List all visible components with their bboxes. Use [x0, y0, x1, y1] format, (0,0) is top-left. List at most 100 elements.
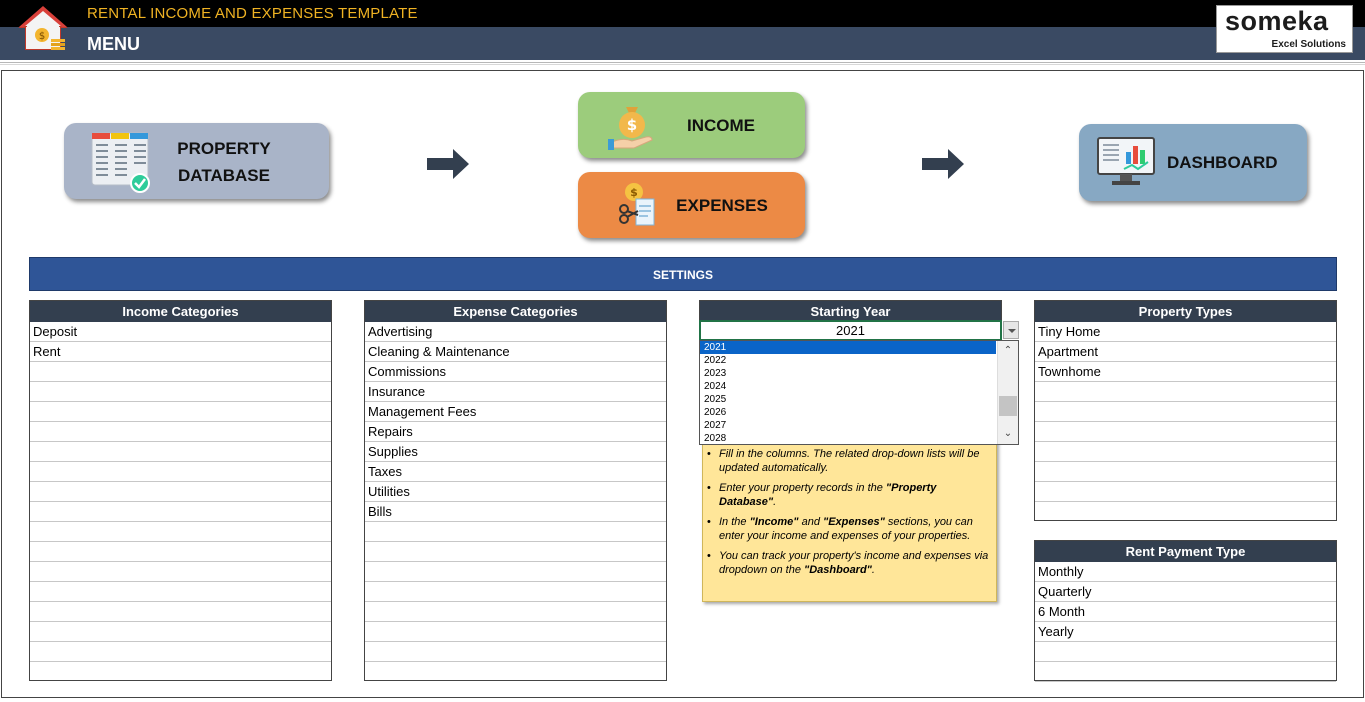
- income-category-row[interactable]: [30, 602, 331, 622]
- note-item: Enter your property records in the "Prop…: [707, 481, 990, 509]
- chevron-up-icon[interactable]: ⌃: [1001, 344, 1015, 358]
- svg-text:$: $: [627, 116, 637, 134]
- income-category-row[interactable]: [30, 522, 331, 542]
- rent-payment-type-row[interactable]: [1035, 642, 1336, 662]
- year-option[interactable]: 2028: [700, 432, 996, 444]
- note-text: Fill in the columns. The related drop-do…: [719, 448, 980, 474]
- money-bag-hand-icon: $: [608, 107, 653, 150]
- starting-year-dropdown-list: 2021 2022 2023 2024 2025 2026 2027 2028 ⌃ ⌄: [699, 340, 1019, 445]
- note-bold: "Expenses": [823, 516, 885, 528]
- expenses-button[interactable]: $ EXPENSES: [578, 172, 805, 238]
- year-option[interactable]: 2021: [700, 341, 996, 354]
- logo-main-text: someka: [1225, 6, 1329, 36]
- property-type-row[interactable]: [1035, 462, 1336, 482]
- expense-category-row[interactable]: [365, 662, 666, 682]
- income-category-row[interactable]: [30, 502, 331, 522]
- property-type-row[interactable]: [1035, 382, 1336, 402]
- expense-category-row[interactable]: Advertising: [365, 322, 666, 342]
- income-category-row[interactable]: [30, 542, 331, 562]
- property-type-row[interactable]: [1035, 442, 1336, 462]
- chevron-down-icon[interactable]: ⌄: [1001, 427, 1015, 441]
- note-text: In the: [719, 516, 750, 528]
- expense-category-row[interactable]: Insurance: [365, 382, 666, 402]
- property-type-row[interactable]: Townhome: [1035, 362, 1336, 382]
- expense-category-row[interactable]: Supplies: [365, 442, 666, 462]
- property-type-row[interactable]: Tiny Home: [1035, 322, 1336, 342]
- expense-category-row[interactable]: Taxes: [365, 462, 666, 482]
- income-category-row[interactable]: [30, 382, 331, 402]
- dropdown-scrollbar[interactable]: ⌃ ⌄: [997, 341, 1018, 444]
- property-database-button[interactable]: PROPERTY DATABASE: [64, 123, 329, 199]
- property-type-row[interactable]: [1035, 422, 1336, 442]
- receipt-coin-icon: $: [619, 183, 655, 226]
- income-category-row[interactable]: [30, 422, 331, 442]
- logo-sub-text: Excel Solutions: [1271, 39, 1346, 50]
- starting-year-cell[interactable]: 2021: [699, 320, 1002, 341]
- income-category-row[interactable]: [30, 362, 331, 382]
- property-type-row[interactable]: Apartment: [1035, 342, 1336, 362]
- rent-payment-type-row[interactable]: Quarterly: [1035, 582, 1336, 602]
- expense-category-row[interactable]: Repairs: [365, 422, 666, 442]
- year-option[interactable]: 2025: [700, 393, 996, 406]
- settings-bar: SETTINGS: [29, 257, 1337, 291]
- home-icon[interactable]: $: [18, 5, 68, 53]
- expense-category-row[interactable]: Management Fees: [365, 402, 666, 422]
- expense-category-row[interactable]: [365, 582, 666, 602]
- starting-year-section: Starting Year 2021: [699, 300, 1002, 341]
- income-category-row[interactable]: [30, 462, 331, 482]
- income-category-row[interactable]: Rent: [30, 342, 331, 362]
- scrollbar-thumb[interactable]: [999, 396, 1017, 416]
- property-database-label: PROPERTY DATABASE: [164, 135, 284, 189]
- rent-payment-type-header: Rent Payment Type: [1035, 541, 1336, 562]
- year-option[interactable]: 2024: [700, 380, 996, 393]
- year-option[interactable]: 2027: [700, 419, 996, 432]
- income-category-row[interactable]: Deposit: [30, 322, 331, 342]
- rent-payment-type-row[interactable]: [1035, 662, 1336, 682]
- rent-payment-type-row[interactable]: Yearly: [1035, 622, 1336, 642]
- property-type-row[interactable]: [1035, 402, 1336, 422]
- income-category-row[interactable]: [30, 642, 331, 662]
- income-category-row[interactable]: [30, 402, 331, 422]
- property-database-label-line2: DATABASE: [178, 166, 270, 185]
- header-divider: [0, 62, 1365, 65]
- starting-year-dropdown-button[interactable]: [1003, 321, 1019, 339]
- property-type-row[interactable]: [1035, 482, 1336, 502]
- note-text: .: [871, 564, 875, 576]
- note-item: You can track your property's income and…: [707, 549, 990, 577]
- svg-text:$: $: [39, 31, 45, 42]
- property-type-row[interactable]: [1035, 502, 1336, 522]
- income-category-row[interactable]: [30, 562, 331, 582]
- rent-payment-type-row[interactable]: [1035, 682, 1336, 702]
- expense-category-row[interactable]: Commissions: [365, 362, 666, 382]
- year-option[interactable]: 2026: [700, 406, 996, 419]
- income-category-row[interactable]: [30, 622, 331, 642]
- income-button[interactable]: $ INCOME: [578, 92, 805, 158]
- note-text: .: [773, 496, 777, 508]
- note-text: and: [798, 516, 823, 528]
- arrow-right-icon: [922, 149, 964, 179]
- dashboard-button[interactable]: DASHBOARD: [1079, 124, 1307, 201]
- app-title: RENTAL INCOME AND EXPENSES TEMPLATE: [87, 5, 418, 22]
- income-categories-table: Income Categories Deposit Rent: [29, 300, 332, 681]
- expense-category-row[interactable]: [365, 542, 666, 562]
- rent-payment-type-row[interactable]: 6 Month: [1035, 602, 1336, 622]
- income-category-row[interactable]: [30, 582, 331, 602]
- starting-year-header: Starting Year: [699, 300, 1002, 321]
- expense-category-row[interactable]: [365, 562, 666, 582]
- expense-category-row[interactable]: [365, 602, 666, 622]
- year-option[interactable]: 2023: [700, 367, 996, 380]
- income-category-row[interactable]: [30, 482, 331, 502]
- expense-category-row[interactable]: [365, 642, 666, 662]
- note-text: Enter your property records in the: [719, 482, 886, 494]
- someka-logo: someka Excel Solutions: [1216, 5, 1353, 53]
- rent-payment-type-row[interactable]: Monthly: [1035, 562, 1336, 582]
- year-option[interactable]: 2022: [700, 354, 996, 367]
- income-category-row[interactable]: [30, 662, 331, 682]
- expense-category-row[interactable]: Cleaning & Maintenance: [365, 342, 666, 362]
- expense-category-row[interactable]: Utilities: [365, 482, 666, 502]
- rent-payment-type-table: Rent Payment Type Monthly Quarterly 6 Mont…: [1034, 540, 1337, 682]
- expense-category-row[interactable]: [365, 622, 666, 642]
- expense-category-row[interactable]: [365, 522, 666, 542]
- income-category-row[interactable]: [30, 442, 331, 462]
- expense-category-row[interactable]: Bills: [365, 502, 666, 522]
